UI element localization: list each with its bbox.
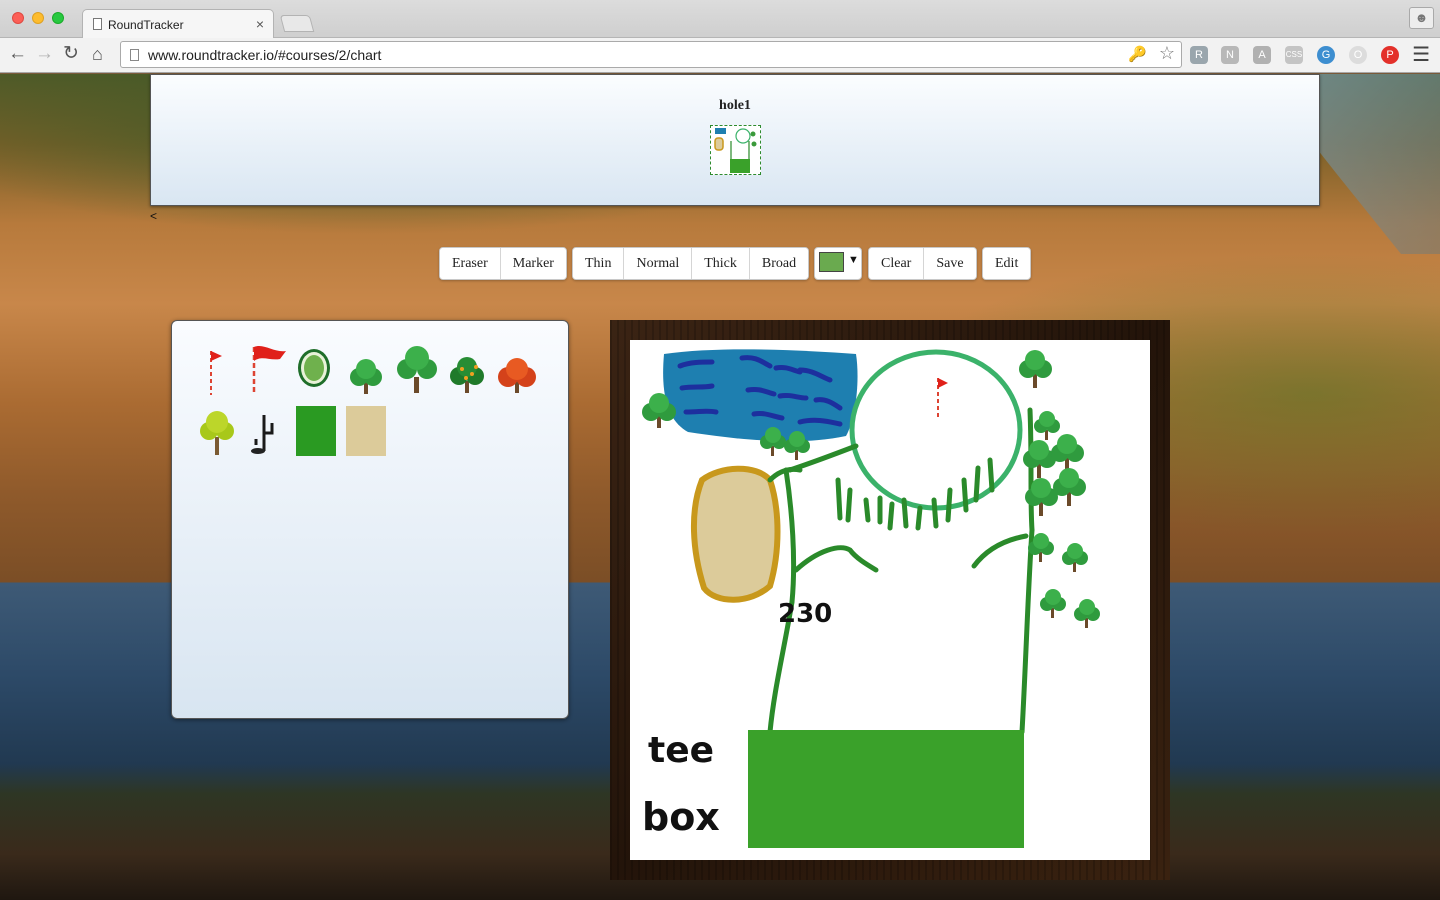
marker-button[interactable]: Marker xyxy=(500,248,566,279)
sand-tile[interactable] xyxy=(346,406,386,456)
extension-n-icon[interactable]: N xyxy=(1221,46,1239,64)
clear-button[interactable]: Clear xyxy=(869,248,925,279)
back-arrow-icon[interactable]: ← xyxy=(8,42,27,66)
color-picker[interactable]: ▼ xyxy=(814,247,862,280)
eraser-button[interactable]: Eraser xyxy=(440,248,501,279)
window-maximize-button[interactable] xyxy=(52,12,64,24)
key-icon[interactable]: 🔑 xyxy=(1128,45,1147,63)
drawing-board: 230 tee box xyxy=(610,320,1170,880)
autumn-tree-icon[interactable] xyxy=(496,357,538,397)
fairway-lines xyxy=(767,407,1035,735)
drawing-canvas[interactable]: 230 tee box xyxy=(630,340,1150,860)
large-flag-icon[interactable] xyxy=(246,343,290,397)
hole-header-panel: hole1 xyxy=(150,74,1320,206)
window-minimize-button[interactable] xyxy=(32,12,44,24)
fairway-tile[interactable] xyxy=(296,406,336,456)
fairway-block xyxy=(748,730,1024,848)
browser-toolbar: ← → ↻ ⌂ www.roundtracker.io/#courses/2/c… xyxy=(0,38,1440,73)
hole-title: hole1 xyxy=(719,98,751,113)
browser-tab-strip: RoundTracker × ☻ xyxy=(0,0,1440,39)
putting-green xyxy=(849,349,1023,511)
small-tree-icon[interactable] xyxy=(347,357,385,397)
edit-button-group: Edit xyxy=(982,247,1032,280)
thick-button[interactable]: Thick xyxy=(692,248,750,279)
reload-icon[interactable]: ↻ xyxy=(63,42,79,66)
edit-button[interactable]: Edit xyxy=(983,248,1031,279)
large-tree-icon[interactable] xyxy=(396,345,438,397)
yellow-tree-icon[interactable] xyxy=(198,409,236,457)
extension-o-icon[interactable]: O xyxy=(1349,46,1367,64)
profile-icon[interactable]: ☻ xyxy=(1409,7,1434,29)
extension-css-icon[interactable]: CSS xyxy=(1285,46,1303,64)
back-link[interactable]: < xyxy=(150,209,157,223)
home-icon[interactable]: ⌂ xyxy=(92,42,103,66)
window-close-button[interactable] xyxy=(12,12,24,24)
pin-flag xyxy=(937,378,948,420)
thin-button[interactable]: Thin xyxy=(573,248,625,279)
tee-label: tee xyxy=(648,730,714,771)
color-swatch[interactable] xyxy=(819,252,844,272)
page-icon xyxy=(93,18,102,30)
extension-globe-icon[interactable]: G xyxy=(1317,46,1335,64)
extension-a-icon[interactable]: A xyxy=(1253,46,1271,64)
dropdown-arrow-icon[interactable]: ▼ xyxy=(848,254,859,266)
box-label: box xyxy=(642,795,720,839)
extension-r-icon[interactable]: R xyxy=(1190,46,1208,64)
cactus-icon[interactable] xyxy=(248,411,280,455)
page-icon xyxy=(130,49,139,61)
sand-bunker xyxy=(690,465,781,603)
tool-button-group: Eraser Marker xyxy=(439,247,567,280)
hole-thumbnail[interactable] xyxy=(710,125,761,175)
tab-close-icon[interactable]: × xyxy=(256,16,264,32)
green-icon[interactable] xyxy=(296,347,332,389)
stamp-palette xyxy=(171,320,569,719)
extension-opera-icon[interactable]: P xyxy=(1381,46,1399,64)
broad-button[interactable]: Broad xyxy=(749,248,809,279)
action-button-group: Clear Save xyxy=(868,247,977,280)
new-tab-button[interactable] xyxy=(279,15,315,32)
address-bar[interactable]: www.roundtracker.io/#courses/2/chart 🔑 ☆ xyxy=(120,41,1182,68)
brush-size-group: Thin Normal Thick Broad xyxy=(572,247,810,280)
normal-button[interactable]: Normal xyxy=(624,248,693,279)
small-flag-icon[interactable] xyxy=(202,347,226,397)
url-text[interactable]: www.roundtracker.io/#courses/2/chart xyxy=(148,47,381,63)
tab-title: RoundTracker xyxy=(108,18,184,32)
browser-tab[interactable]: RoundTracker × xyxy=(82,9,274,39)
orange-tree-icon[interactable] xyxy=(448,355,486,397)
browser-menu-icon[interactable]: ☰ xyxy=(1412,42,1430,67)
forward-arrow-icon[interactable]: → xyxy=(35,42,54,66)
save-button[interactable]: Save xyxy=(924,248,976,279)
bookmark-star-icon[interactable]: ☆ xyxy=(1159,43,1175,64)
yardage-label: 230 xyxy=(778,599,832,629)
